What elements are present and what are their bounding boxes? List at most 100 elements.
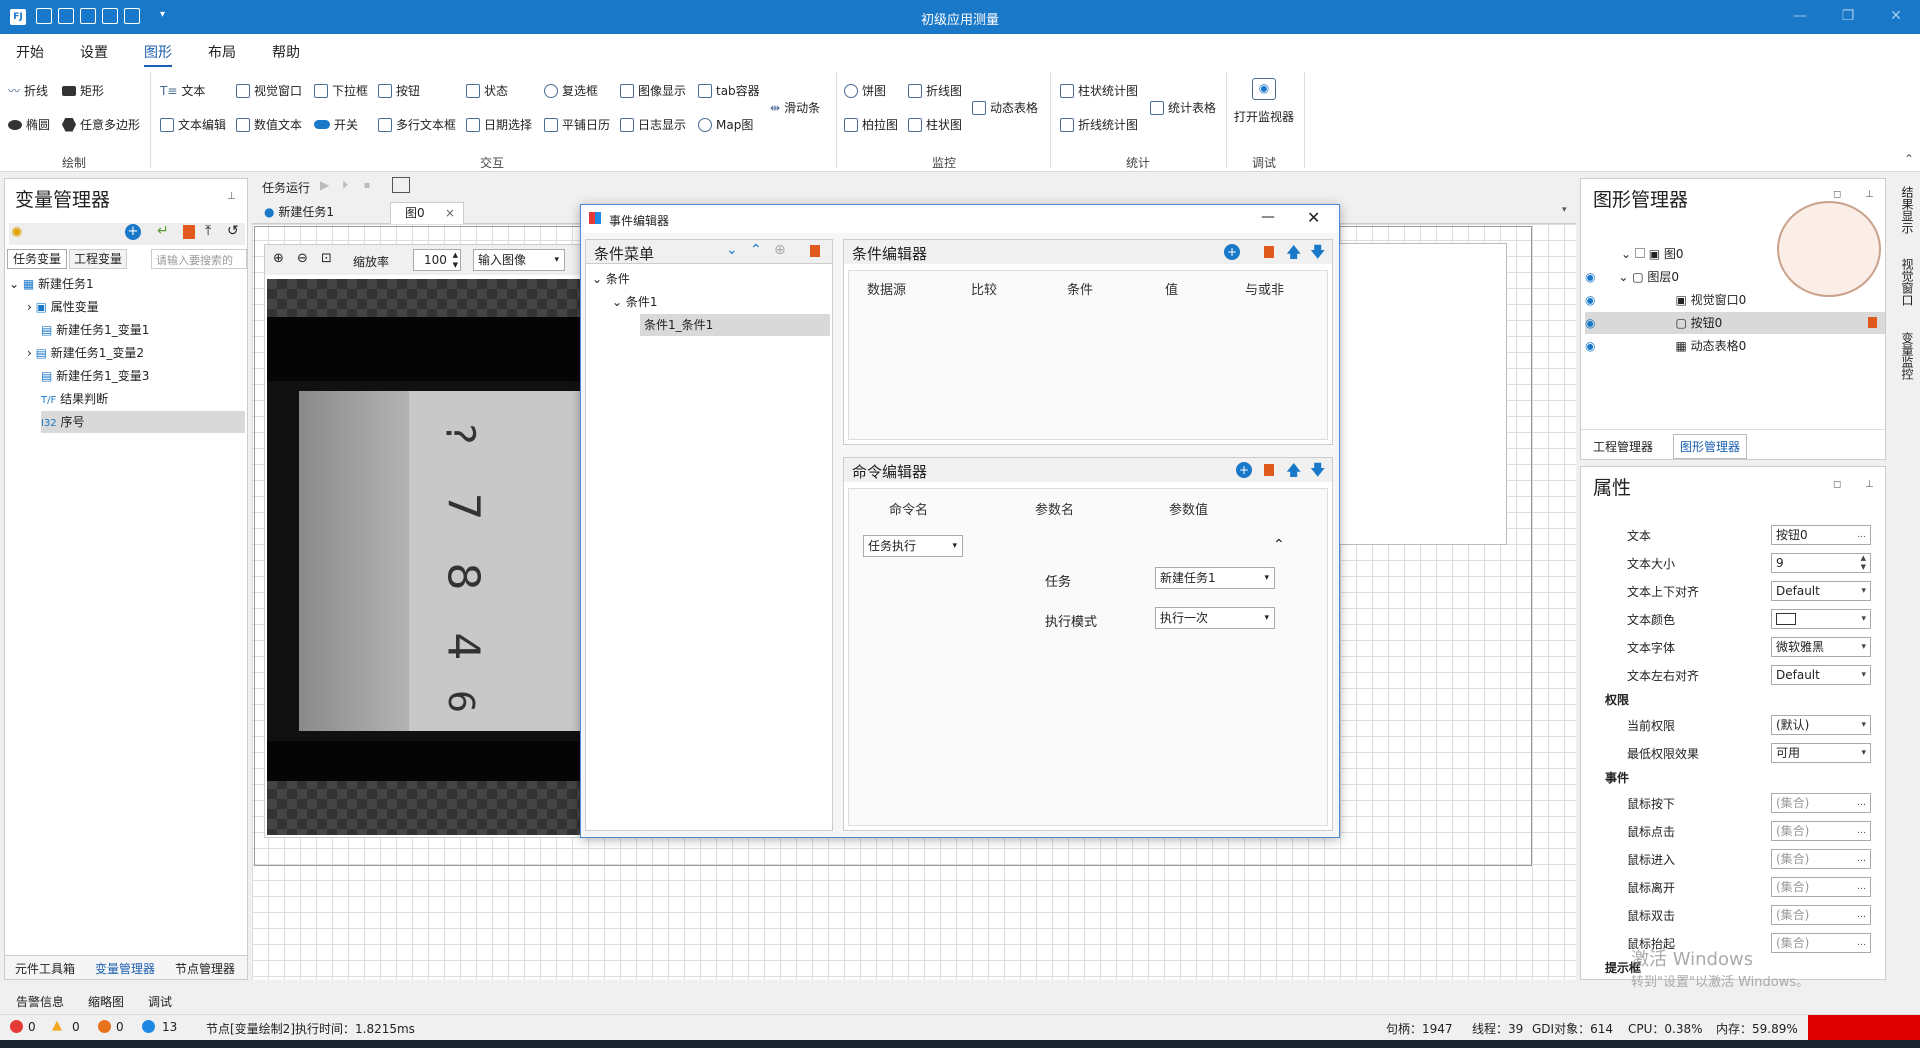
zoom-in-icon[interactable]: ⊕ [273, 251, 284, 266]
tab-alarm[interactable]: 告警信息 [16, 993, 64, 1010]
bar-stats-button[interactable]: 柱状统计图 [1060, 82, 1138, 99]
slider-button[interactable]: ⇹ 滑动条 [770, 99, 820, 116]
side-tab-result[interactable]: 结果显示 [1894, 186, 1916, 234]
prop-min-perm-value[interactable]: 可用 ▾ [1771, 743, 1871, 763]
collapse-all-icon[interactable]: ⌃ [750, 242, 762, 258]
restore-icon[interactable]: ❐ [1828, 8, 1868, 24]
open-monitor-button[interactable]: 打开监视器 [1234, 108, 1294, 125]
dialog-close-icon[interactable]: ✕ [1307, 208, 1320, 227]
add-condition-icon[interactable]: ⊕ [774, 242, 786, 258]
command-down-icon[interactable]: 🡇 [1310, 460, 1325, 485]
image-display-button[interactable]: 图像显示 [620, 82, 686, 99]
tab-thumbnail[interactable]: 缩略图 [88, 993, 124, 1010]
close-tab-icon[interactable]: × [445, 203, 455, 223]
cond-tree-root[interactable]: ⌄ 条件 [592, 268, 630, 290]
dropdown-button[interactable]: 下拉框 [314, 82, 368, 99]
delete-condition-icon[interactable] [810, 245, 820, 257]
shape-float-icon[interactable]: ◻ [1833, 189, 1841, 200]
prop-font-value[interactable]: 微软雅黑 ▾ [1771, 637, 1871, 657]
history-icon[interactable]: ↺ [227, 223, 239, 239]
tab-container-button[interactable]: tab容器 [698, 82, 760, 99]
doc-tab-figure0[interactable]: 图0 × [390, 202, 464, 224]
polygon-button[interactable]: 任意多边形 [62, 116, 140, 133]
tab-shape-manager[interactable]: 图形管理器 [1673, 434, 1748, 459]
checkbox-button[interactable]: 复选框 [544, 82, 598, 99]
shape-tree-table0[interactable]: ◉ ▦ 动态表格0 [1585, 335, 1847, 357]
tab-node-manager[interactable]: 节点管理器 [175, 960, 235, 977]
screen-icon[interactable] [392, 177, 410, 193]
line-chart-button[interactable]: 折线图 [908, 82, 962, 99]
settings-sun-icon[interactable]: ✺ [11, 225, 23, 241]
close-icon[interactable]: ✕ [1876, 8, 1916, 24]
prop-current-perm-value[interactable]: (默认) ▾ [1771, 715, 1871, 735]
menu-start[interactable]: 开始 [16, 42, 44, 62]
move-down-icon[interactable]: 🡇 [1310, 242, 1325, 267]
prop-click-value[interactable]: (集合)… [1771, 821, 1871, 841]
tree-item-index[interactable]: I32 序号 [41, 411, 245, 433]
shape-tree-layer0[interactable]: ◉ ⌄ ▢ 图层0 [1585, 266, 1847, 288]
task-param-select[interactable]: 新建任务1 ▾ [1155, 567, 1275, 589]
switch-button[interactable]: 开关 [314, 116, 358, 133]
add-variable-icon[interactable]: + [125, 224, 141, 240]
date-picker-button[interactable]: 日期选择 [466, 116, 532, 133]
tab-debug[interactable]: 调试 [148, 993, 172, 1010]
eye-icon[interactable]: ◉ [1252, 78, 1276, 100]
add-cond-row-icon[interactable]: + [1224, 244, 1240, 260]
polyline-button[interactable]: 〰折线 [8, 82, 48, 99]
menu-help[interactable]: 帮助 [272, 42, 300, 62]
prop-mouseup-value[interactable]: (集合)… [1771, 933, 1871, 953]
tab-project-variables[interactable]: 工程变量 [69, 249, 127, 269]
numeric-text-button[interactable]: 数值文本 [236, 116, 302, 133]
stop-icon[interactable]: ⏹ [364, 178, 370, 193]
tab-project-manager[interactable]: 工程管理器 [1593, 438, 1653, 455]
menu-graphics[interactable]: 图形 [144, 42, 172, 67]
tree-item-var1[interactable]: ▤ 新建任务1_变量1 [41, 319, 245, 341]
menu-settings[interactable]: 设置 [80, 42, 108, 62]
multiline-textbox-button[interactable]: 多行文本框 [378, 116, 456, 133]
add-command-icon[interactable]: + [1236, 462, 1252, 478]
bar-chart-button[interactable]: 柱状图 [908, 116, 962, 133]
delete-cond-row-icon[interactable] [1264, 246, 1274, 258]
tree-item-task1[interactable]: ⌄ ▦ 新建任务1 [9, 273, 245, 295]
image-canvas[interactable]: ? 7 8 4 6 [267, 279, 585, 835]
prop-leave-value[interactable]: (集合)… [1771, 877, 1871, 897]
tree-item-result[interactable]: T/F 结果判断 [41, 388, 245, 410]
props-pin-icon[interactable]: ⊥ [1865, 479, 1874, 490]
cond-tree-cond1-1[interactable]: 条件1_条件1 [640, 314, 830, 336]
mode-param-select[interactable]: 执行一次 ▾ [1155, 607, 1275, 629]
zoom-out-icon[interactable]: ⊖ [297, 251, 308, 266]
status-button[interactable]: 状态 [466, 82, 508, 99]
rectangle-button[interactable]: 矩形 [62, 82, 104, 99]
run-icon[interactable]: ▶ [320, 178, 329, 192]
warning-icon[interactable]: ▲ [52, 1018, 62, 1033]
prop-text-value[interactable]: 按钮0... [1771, 525, 1871, 545]
zoom-input[interactable]: 100 ▲ ▼ [413, 249, 461, 271]
dynamic-table-button[interactable]: 动态表格 [972, 99, 1038, 116]
dynamic-table-widget[interactable] [1337, 243, 1507, 545]
variable-search-input[interactable]: 请输入要搜索的 [151, 249, 247, 269]
pin-icon[interactable]: ⊥ [227, 191, 236, 202]
text-edit-button[interactable]: 文本编辑 [160, 116, 226, 133]
import-icon[interactable]: ↵ [157, 223, 169, 239]
shape-pin-icon[interactable]: ⊥ [1865, 189, 1874, 200]
delete-shape-icon[interactable] [1868, 317, 1877, 328]
command-up-icon[interactable]: 🡅 [1286, 460, 1301, 485]
cond-tree-cond1[interactable]: ⌄ 条件1 [612, 291, 658, 313]
tree-item-var3[interactable]: ▤ 新建任务1_变量3 [41, 365, 245, 387]
shape-tree-button0[interactable]: ◉ ▢ 按钮0 [1585, 312, 1885, 334]
delete-command-icon[interactable] [1264, 464, 1274, 476]
upload-icon[interactable]: ⤒ [205, 223, 211, 239]
dialog-minimize-icon[interactable]: — [1261, 209, 1275, 225]
map-button[interactable]: Map图 [698, 116, 753, 133]
menu-layout[interactable]: 布局 [208, 42, 236, 62]
tree-item-var2[interactable]: › ▤ 新建任务1_变量2 [27, 342, 245, 364]
prop-halign-value[interactable]: Default ▾ [1771, 665, 1871, 685]
prop-valign-value[interactable]: Default ▾ [1771, 581, 1871, 601]
prop-enter-value[interactable]: (集合)… [1771, 849, 1871, 869]
fit-icon[interactable]: ⊡ [321, 251, 332, 266]
stats-table-button[interactable]: 统计表格 [1150, 99, 1216, 116]
command-select[interactable]: 任务执行 ▾ [863, 535, 963, 557]
prop-color-value[interactable]: ▾ [1771, 609, 1871, 629]
prop-mousedown-value[interactable]: (集合)… [1771, 793, 1871, 813]
doc-tab-task1[interactable]: ● 新建任务1 [256, 202, 388, 224]
